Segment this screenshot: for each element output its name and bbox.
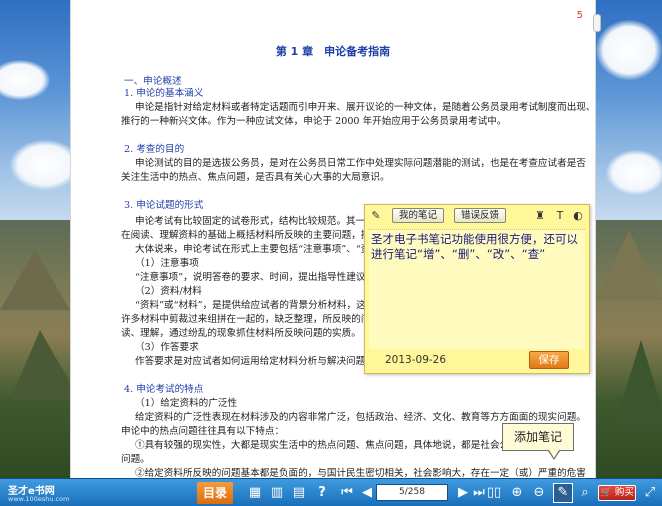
paragraph-line: 作答要求是对应试者如何运用给定材料分析与解决问题明确 xyxy=(135,356,385,367)
help-icon[interactable]: ◐ xyxy=(571,209,585,223)
paragraph-line: “注意事项”，说明答卷的要求、时间，提出指导性建议； xyxy=(135,272,376,283)
toc-button[interactable]: 目录 xyxy=(197,482,233,504)
background-scenery-right xyxy=(596,0,662,478)
two-page-icon[interactable]: ▯▯ xyxy=(485,484,503,502)
tooltip-tail-inner xyxy=(549,450,559,458)
page-number: 5 xyxy=(576,10,583,21)
thumbnails-icon[interactable]: ▦ xyxy=(246,484,264,502)
bottom-toolbar: 圣才e书网 www.100eshu.com 目录 ▦ ▥ ▤ ? ⏮ ◀ 5/2… xyxy=(0,478,662,506)
paragraph-line: 申论考试有比较固定的试卷形式，结构比较规范。其一般形 xyxy=(135,216,385,227)
paragraph-line: 申论测试的目的是选拔公务员，是对在公务员日常工作中处理实际问题潜能的测试，也是在… xyxy=(135,158,586,169)
page-indicator[interactable]: 5/258 xyxy=(376,484,448,501)
paragraph-line: 读、理解，通过纷乱的现象抓住材料所反映问题的实质。 xyxy=(121,328,361,339)
previous-page-icon[interactable]: ◀ xyxy=(358,484,376,502)
single-page-icon[interactable]: ▤ xyxy=(290,484,308,502)
brand-url: www.100eshu.com xyxy=(8,495,70,503)
paragraph-line: 申论中的热点问题往往具有以下特点： xyxy=(121,426,285,437)
section-heading: 3. 申论试题的形式 xyxy=(124,200,204,211)
section-heading: 1. 申论的基本涵义 xyxy=(124,88,204,99)
paragraph-line: （1）注意事项 xyxy=(135,258,199,269)
first-page-icon[interactable]: ⏮ xyxy=(338,484,356,502)
paragraph-line: （3）作答要求 xyxy=(135,342,199,353)
note-date: 2013-09-26 xyxy=(385,354,447,366)
section-heading: 2. 考查的目的 xyxy=(124,144,185,155)
save-button[interactable]: 保存 xyxy=(529,351,569,369)
note-text-area[interactable]: 圣才电子书笔记功能使用很方便，还可以进行笔记“增”、“删”、“改”、“查” xyxy=(369,229,585,349)
paragraph-line: （1）给定资料的广泛性 xyxy=(135,398,238,409)
add-note-tooltip: 添加笔记 xyxy=(502,423,574,451)
fullscreen-icon[interactable]: ⤢ xyxy=(641,484,659,502)
help-icon[interactable]: ? xyxy=(313,484,331,502)
section-heading: 4. 申论考试的特点 xyxy=(124,384,204,395)
scroll-handle[interactable] xyxy=(593,14,601,32)
note-toolbar: ✎ 我的笔记 错误反馈 ♜ T ◐ xyxy=(365,205,589,227)
bookmark-icon[interactable]: ▥ xyxy=(268,484,286,502)
paragraph-line: 许多材料中剪裁过来组拼在一起的，缺乏整理，所反映的问题也 xyxy=(121,314,390,325)
paragraph-line: （2）资料/材料 xyxy=(135,286,202,297)
zoom-in-icon[interactable]: ⊕ xyxy=(508,484,526,502)
paragraph-line: “资料”或“材料”，是提供给应试者的背景分析材料，这 xyxy=(135,300,366,311)
paint-bucket-icon[interactable]: ♜ xyxy=(533,209,547,223)
paragraph-line: 问题。 xyxy=(121,454,150,465)
paragraph-line: 在阅读、理解资料的基础上概括材料所反映的主要问题，提出解 xyxy=(121,230,390,241)
paragraph-line: ①具有较强的现实性，大都是现实生活中的热点问题、焦点问题，具体地说，都是社会公共… xyxy=(135,440,529,451)
buy-label: 购买 xyxy=(614,487,634,498)
background-scenery-left xyxy=(0,0,80,478)
text-icon[interactable]: T xyxy=(553,209,567,223)
chapter-title: 第 1 章 申论备考指南 xyxy=(275,45,391,58)
paragraph-line: 推行的一种新兴文体。作为一种应试文体，申论于 2000 年开始应用于公务员录用考… xyxy=(121,116,507,127)
add-note-icon[interactable]: ✎ xyxy=(553,483,573,503)
error-feedback-button[interactable]: 错误反馈 xyxy=(454,208,506,223)
zoom-out-icon[interactable]: ⊖ xyxy=(530,484,548,502)
paragraph-line: 大体说来，申论考试在形式上主要包括“注意事项”、“资料 xyxy=(135,244,380,255)
pencil-icon[interactable]: ✎ xyxy=(369,209,383,223)
paragraph-line: 关注生活中的热点、焦点问题，是否具有关心大事的大局意识。 xyxy=(121,172,390,183)
search-icon[interactable]: ⌕ xyxy=(576,484,594,502)
my-notes-button[interactable]: 我的笔记 xyxy=(392,208,444,223)
buy-button[interactable]: 🛒 购买 xyxy=(598,485,636,501)
paragraph-line: 申论是指针对给定材料或者特定话题而引申开来、展开议论的一种文体，是随着公务员录用… xyxy=(135,102,596,113)
note-popup: ✎ 我的笔记 错误反馈 ♜ T ◐ 圣才电子书笔记功能使用很方便，还可以进行笔记… xyxy=(364,204,590,374)
